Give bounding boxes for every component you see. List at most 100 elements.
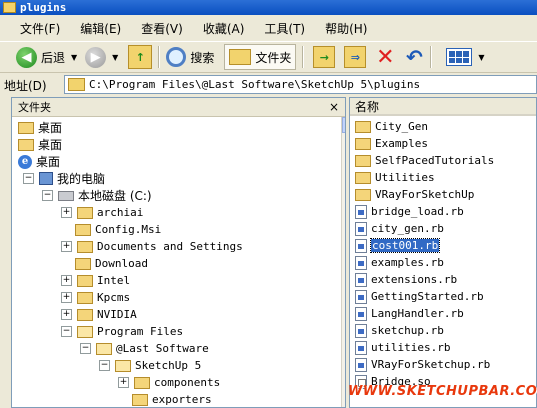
expand-icon[interactable]: +: [61, 241, 72, 252]
folder-icon: [18, 121, 34, 134]
tree-item[interactable]: + Kpcms: [61, 289, 130, 306]
file-list-item[interactable]: VRayForSketchup.rb: [355, 356, 490, 373]
up-folder-icon[interactable]: ↑: [128, 45, 153, 69]
back-dropdown-icon[interactable]: ▼: [71, 53, 77, 62]
tree-item-label: exporters: [152, 393, 212, 406]
file-list-item[interactable]: utilities.rb: [355, 339, 450, 356]
views-icon[interactable]: [446, 48, 473, 66]
menu-view[interactable]: 查看(V): [141, 19, 183, 38]
tree-item[interactable]: − Program Files: [61, 323, 183, 340]
tree-item[interactable]: + archiai: [61, 204, 143, 221]
tree-scrollbar[interactable]: ▲: [341, 117, 345, 407]
file-list-item[interactable]: bridge_load.rb: [355, 203, 464, 220]
menu-edit[interactable]: 编辑(E): [80, 19, 121, 38]
file-list-item[interactable]: VRayForSketchUp: [355, 186, 474, 203]
expand-icon[interactable]: +: [61, 309, 72, 320]
ruby-file-icon: [355, 238, 367, 253]
tree-item[interactable]: exporters: [132, 391, 212, 407]
collapse-icon[interactable]: −: [23, 173, 34, 184]
tree-item[interactable]: + Documents and Settings: [61, 238, 243, 255]
file-list-item[interactable]: GettingStarted.rb: [355, 288, 484, 305]
file-name: bridge_load.rb: [371, 205, 464, 218]
watermark: WWW.SKETCHUPBAR.COM: [348, 384, 537, 399]
tree-item[interactable]: e 桌面: [18, 153, 60, 170]
folder-icon: [68, 78, 85, 91]
address-field[interactable]: [64, 75, 537, 94]
tree-item[interactable]: − 我的电脑: [23, 170, 105, 187]
address-input[interactable]: [89, 78, 519, 91]
menu-favorites[interactable]: 收藏(A): [203, 19, 245, 38]
views-dropdown-icon[interactable]: ▼: [478, 53, 484, 62]
folder-icon: [132, 393, 148, 406]
computer-icon: [39, 172, 53, 185]
toolbar-separator: [302, 46, 305, 68]
file-list-item[interactable]: extensions.rb: [355, 271, 457, 288]
column-header-name[interactable]: 名称: [350, 98, 536, 116]
expand-icon[interactable]: +: [61, 292, 72, 303]
copy-to-icon[interactable]: ⇒: [344, 46, 367, 68]
tree-item[interactable]: 桌面: [18, 136, 62, 153]
collapse-icon[interactable]: −: [80, 343, 91, 354]
menu-bar: 文件(F) 编辑(E) 查看(V) 收藏(A) 工具(T) 帮助(H): [0, 15, 537, 42]
ruby-file-icon: [355, 204, 367, 219]
column-header-label: 名称: [355, 99, 380, 114]
internet-explorer-icon: e: [18, 154, 32, 169]
tree-item[interactable]: − 本地磁盘 (C:): [42, 187, 152, 204]
expand-icon[interactable]: +: [61, 275, 72, 286]
folder-icon: [3, 2, 16, 13]
tree-item[interactable]: + NVIDIA: [61, 306, 137, 323]
file-list-item[interactable]: city_gen.rb: [355, 220, 444, 237]
expand-icon[interactable]: +: [118, 377, 129, 388]
move-to-icon[interactable]: →: [313, 46, 336, 68]
file-list-item[interactable]: LangHandler.rb: [355, 305, 464, 322]
title-bar: plugins: [0, 0, 537, 15]
tree-item[interactable]: + Intel: [61, 272, 130, 289]
back-arrow-icon[interactable]: ◀: [16, 46, 37, 68]
menu-help[interactable]: 帮助(H): [325, 19, 367, 38]
menu-tools[interactable]: 工具(T): [264, 19, 305, 38]
file-list-item[interactable]: Examples: [355, 135, 428, 152]
tree-item-label: Intel: [97, 274, 131, 287]
search-button[interactable]: 搜索: [166, 47, 214, 67]
file-list-item[interactable]: sketchup.rb: [355, 322, 444, 339]
folders-pane: 文件夹 × 桌面 桌面 e 桌面 − 我的电脑 − 本地磁盘 (C:) + archiai Conf…: [11, 97, 346, 408]
folders-button[interactable]: 文件夹: [224, 44, 297, 70]
file-name: Examples: [375, 137, 428, 150]
tree-item[interactable]: Config.Msi: [75, 221, 161, 238]
address-label: 地址(D): [4, 78, 47, 93]
tree-item[interactable]: + components: [118, 374, 220, 391]
tree-item-label: 桌面: [38, 138, 63, 152]
file-name: VRayForSketchUp: [375, 188, 475, 201]
close-icon[interactable]: ×: [329, 100, 339, 114]
tree-item[interactable]: 桌面: [18, 119, 62, 136]
ruby-file-icon: [355, 272, 367, 287]
tree-item[interactable]: Download: [75, 255, 148, 272]
delete-icon[interactable]: ✕: [375, 45, 395, 70]
collapse-icon[interactable]: −: [42, 190, 53, 201]
collapse-icon[interactable]: −: [99, 360, 110, 371]
forward-arrow-icon[interactable]: ▶: [85, 46, 107, 68]
tree-item-label: archiai: [97, 206, 144, 219]
ruby-file-icon: [355, 221, 367, 236]
open-folder-icon: [115, 359, 131, 372]
back-button-label[interactable]: 后退: [41, 49, 65, 66]
file-list-item[interactable]: SelfPacedTutorials: [355, 152, 494, 169]
file-list-item[interactable]: examples.rb: [355, 254, 444, 271]
file-name: cost001.rb: [369, 238, 441, 253]
file-list-item[interactable]: cost001.rb: [355, 237, 441, 254]
tree-item[interactable]: − SketchUp 5: [99, 357, 201, 374]
tree-item[interactable]: − @Last Software: [80, 340, 209, 357]
file-list-item[interactable]: City_Gen: [355, 118, 428, 135]
file-list-item[interactable]: Utilities: [355, 169, 435, 186]
tree-item-label: Documents and Settings: [97, 240, 243, 253]
scroll-up-icon[interactable]: ▲: [342, 117, 345, 133]
folders-button-label: 文件夹: [255, 50, 292, 65]
folders-pane-header: 文件夹 ×: [12, 98, 345, 117]
expand-icon[interactable]: +: [61, 207, 72, 218]
file-name: City_Gen: [375, 120, 428, 133]
menu-file[interactable]: 文件(F): [20, 19, 60, 38]
collapse-icon[interactable]: −: [61, 326, 72, 337]
forward-dropdown-icon[interactable]: ▼: [112, 53, 118, 62]
undo-icon[interactable]: ↶: [404, 45, 424, 69]
folder-icon: [355, 120, 371, 133]
